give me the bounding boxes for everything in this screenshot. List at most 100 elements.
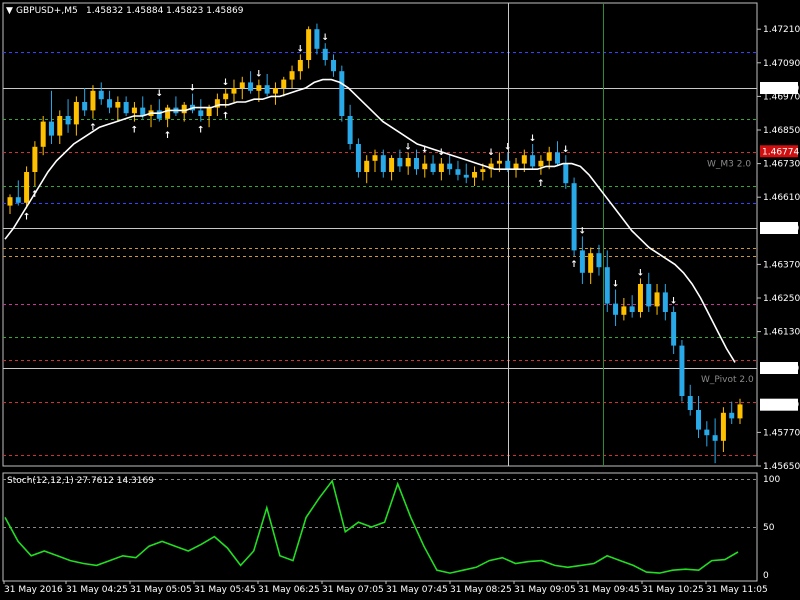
level-annotation: W_Pivot 2.0 [701, 375, 754, 385]
candle-body [629, 306, 635, 312]
down-arrow-icon: ↓ [189, 84, 197, 94]
stoch-axis-label: 50 [763, 523, 775, 533]
candle-body [306, 29, 312, 60]
candle-body [281, 79, 287, 88]
price-chart[interactable]: ↑ ↑ ↑ ↑ ↑ ↑ ↑ ↑ ↑ ↓ ↓ ↓ ↓ ↓ ↓ ↓ ↓ ↓ ↓ ↓ ↓ ↓ ↓ ↓ ↓ ↓ W_M3 2.0 W_Pivo… [0, 0, 800, 600]
up-arrow-icon: ↑ [164, 131, 172, 141]
candle-body [73, 102, 79, 125]
candle-body [372, 155, 378, 161]
candle-body [596, 253, 602, 268]
price-axis-label: 1.47090 [763, 59, 800, 69]
candle-body [712, 435, 718, 441]
down-arrow-icon: ↓ [255, 70, 263, 80]
down-arrow-icon: ↓ [487, 148, 495, 158]
price-axis-label: 1.45650 [763, 462, 800, 472]
candle-body [57, 116, 63, 136]
candle-body [496, 160, 502, 164]
price-axis-label: 1.45770 [763, 428, 800, 438]
level-annotation: W_M3 2.0 [707, 160, 751, 170]
down-arrow-icon: ↓ [636, 268, 644, 278]
down-arrow-icon: ↓ [562, 145, 570, 155]
candle-body [32, 146, 38, 172]
candle-body [314, 29, 320, 49]
candle-body [654, 292, 660, 307]
candle-body [579, 250, 585, 273]
price-axis-label: 1.46610 [763, 193, 800, 203]
candle-body [289, 71, 295, 80]
candle-body [223, 93, 229, 100]
down-arrow-icon: ↓ [670, 296, 678, 306]
candle-body [613, 303, 619, 315]
time-axis-label: 31 May 2016 [4, 585, 63, 595]
candle-body [621, 306, 627, 315]
stoch-indicator-label: Stoch(12,12,1) 27.7612 14.3169 [7, 476, 154, 486]
time-axis-label: 31 May 09:45 [578, 585, 640, 595]
price-level-tag-text: 1.46000 [762, 364, 799, 374]
candle-body [480, 169, 486, 172]
main-panel-frame [2, 2, 758, 467]
candle-body [297, 60, 303, 72]
candle-body [355, 144, 361, 172]
candle-body [256, 85, 262, 91]
candle-body [131, 107, 137, 114]
time-axis-label: 31 May 08:25 [450, 585, 512, 595]
candle-body [115, 102, 121, 108]
candle-body [15, 197, 21, 203]
down-arrow-icon: ↓ [437, 148, 445, 158]
stoch-axis-label: 100 [763, 475, 780, 485]
candle-body [538, 160, 544, 167]
candle-body [463, 174, 469, 178]
up-arrow-icon: ↑ [130, 126, 138, 136]
candle-body [107, 99, 113, 108]
candle-body [264, 85, 270, 94]
down-arrow-icon: ↓ [529, 134, 537, 144]
candle-body [513, 163, 519, 170]
time-axis-label: 31 May 04:25 [66, 585, 128, 595]
candle-body [123, 102, 129, 114]
up-arrow-icon: ↑ [537, 179, 545, 189]
candle-body [239, 82, 245, 88]
candle-body [447, 163, 453, 170]
candle-body [438, 163, 444, 172]
candle-body [40, 121, 46, 147]
dropdown-triangle-icon: ▼ [6, 6, 13, 16]
time-axis-label: 31 May 07:05 [322, 585, 384, 595]
candle-body [662, 292, 668, 312]
candle-body [231, 88, 237, 94]
price-level-tag-text: 1.45869 [762, 401, 799, 411]
candle-body [729, 412, 735, 419]
down-arrow-icon: ↓ [612, 280, 620, 290]
candle-body [364, 160, 370, 172]
candle-body [455, 169, 461, 175]
candle-body [181, 104, 187, 114]
down-arrow-icon: ↓ [421, 145, 429, 155]
price-axis-label: 1.46250 [763, 294, 800, 304]
candle-body [90, 90, 96, 111]
candle-body [24, 172, 30, 203]
candle-body [571, 183, 577, 251]
up-arrow-icon: ↑ [23, 212, 31, 222]
candle-body [530, 155, 536, 167]
price-axis-label: 1.46850 [763, 126, 800, 136]
candle-body [720, 412, 726, 441]
candle-body [704, 429, 710, 436]
candle-body [82, 102, 88, 111]
candle-body [48, 121, 54, 136]
price-level-tag-text: 1.46500 [762, 224, 799, 234]
candle-body [98, 90, 104, 100]
candle-body [555, 152, 560, 164]
candle-body [380, 155, 386, 172]
candle-body [7, 197, 13, 206]
candle-body [389, 158, 395, 172]
time-axis-label: 31 May 11:05 [706, 585, 768, 595]
down-arrow-icon: ↓ [404, 142, 412, 152]
down-arrow-icon: ↓ [222, 78, 230, 88]
time-axis-label: 31 May 05:45 [194, 585, 256, 595]
price-axis-label: 1.46370 [763, 260, 800, 270]
candle-body [347, 116, 353, 144]
price-level-tag-text: 1.47000 [762, 84, 799, 94]
candle-body [646, 284, 652, 307]
up-arrow-icon: ↑ [197, 126, 205, 136]
candle-body [198, 110, 204, 116]
stoch-panel-frame [2, 472, 758, 582]
